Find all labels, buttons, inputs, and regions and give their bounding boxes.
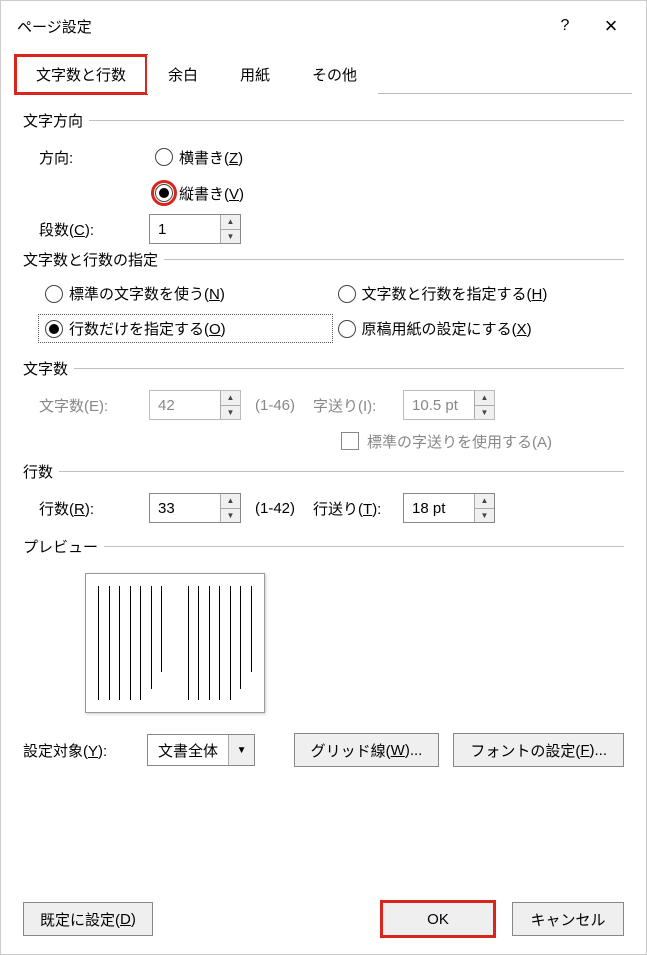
- radio-circle-icon: [155, 148, 173, 166]
- radio-circle-icon: [45, 285, 63, 303]
- cancel-button[interactable]: キャンセル: [512, 902, 624, 936]
- spin-down-icon: ▼: [475, 406, 494, 420]
- content-area: 文字方向 方向: 横書き(Z) 縦書き(V) 段数(C): ▲ ▼: [1, 94, 646, 888]
- ok-button[interactable]: OK: [382, 902, 494, 936]
- radio-circle-icon: [155, 184, 173, 202]
- radio-standard-chars[interactable]: 標準の文字数を使う(N): [39, 280, 332, 307]
- charcount-range: (1-46): [255, 397, 295, 414]
- columns-label: 段数(C):: [39, 219, 139, 240]
- radio-circle-icon: [338, 285, 356, 303]
- spin-up-icon[interactable]: ▲: [221, 494, 240, 509]
- apply-to-dropdown[interactable]: 文書全体 ▼: [147, 734, 255, 766]
- linecount-label: 行数(R):: [39, 498, 139, 519]
- checkbox-box-icon: [341, 432, 359, 450]
- page-setup-dialog: ページ設定 ? × 文字数と行数 余白 用紙 その他 文字方向 方向: 横書き(…: [0, 0, 647, 955]
- apply-to-value: 文書全体: [148, 740, 228, 761]
- spin-down-icon[interactable]: ▼: [475, 509, 494, 523]
- apply-to-label: 設定対象(Y):: [23, 740, 133, 761]
- help-button[interactable]: ?: [542, 11, 588, 41]
- columns-input[interactable]: [150, 215, 220, 243]
- group-preview: プレビュー: [23, 536, 624, 557]
- spin-down-icon[interactable]: ▼: [221, 230, 240, 244]
- tab-bar: 文字数と行数 余白 用紙 その他: [15, 55, 632, 94]
- footer: 既定に設定(D) OK キャンセル: [1, 888, 646, 954]
- tab-chars-lines[interactable]: 文字数と行数: [15, 55, 147, 94]
- charcount-spinner: ▲ ▼: [149, 390, 241, 420]
- font-settings-button[interactable]: フォントの設定(F)...: [453, 733, 624, 767]
- radio-manuscript[interactable]: 原稿用紙の設定にする(X): [332, 315, 625, 342]
- spin-up-icon: ▲: [475, 391, 494, 406]
- gridlines-button[interactable]: グリッド線(W)...: [294, 733, 440, 767]
- chevron-down-icon[interactable]: ▼: [228, 735, 254, 765]
- tab-margins[interactable]: 余白: [147, 55, 219, 94]
- radio-specify-both[interactable]: 文字数と行数を指定する(H): [332, 280, 625, 307]
- spin-down-icon[interactable]: ▼: [221, 509, 240, 523]
- group-chars: 文字数: [23, 358, 624, 379]
- linecount-spinner[interactable]: ▲ ▼: [149, 493, 241, 523]
- radio-vertical[interactable]: 縦書き(V): [149, 180, 250, 207]
- set-default-button[interactable]: 既定に設定(D): [23, 902, 153, 936]
- spin-up-icon[interactable]: ▲: [221, 215, 240, 230]
- spin-down-icon: ▼: [221, 406, 240, 420]
- linepitch-label: 行送り(T):: [313, 498, 393, 519]
- radio-lines-only[interactable]: 行数だけを指定する(O): [39, 315, 332, 342]
- tab-paper[interactable]: 用紙: [219, 55, 291, 94]
- radio-horizontal[interactable]: 横書き(Z): [149, 144, 249, 171]
- group-direction: 文字方向: [23, 110, 624, 131]
- linecount-input[interactable]: [150, 494, 220, 522]
- charpitch-input: [404, 391, 474, 419]
- linecount-range: (1-42): [255, 500, 295, 517]
- direction-label: 方向:: [39, 147, 139, 168]
- linepitch-spinner[interactable]: ▲ ▼: [403, 493, 495, 523]
- tab-other[interactable]: その他: [291, 55, 378, 94]
- spin-up-icon[interactable]: ▲: [475, 494, 494, 509]
- charpitch-label: 字送り(I):: [313, 395, 393, 416]
- columns-spinner[interactable]: ▲ ▼: [149, 214, 241, 244]
- radio-circle-icon: [45, 320, 63, 338]
- group-spec: 文字数と行数の指定: [23, 249, 624, 270]
- group-lines: 行数: [23, 461, 624, 482]
- dialog-title: ページ設定: [17, 16, 542, 37]
- charcount-label: 文字数(E):: [39, 395, 139, 416]
- std-pitch-checkbox: 標準の字送りを使用する(A): [341, 431, 552, 452]
- spin-up-icon: ▲: [221, 391, 240, 406]
- charpitch-spinner: ▲ ▼: [403, 390, 495, 420]
- titlebar: ページ設定 ? ×: [1, 1, 646, 49]
- linepitch-input[interactable]: [404, 494, 474, 522]
- preview-thumbnail: [85, 573, 265, 713]
- close-button[interactable]: ×: [588, 11, 634, 41]
- radio-circle-icon: [338, 320, 356, 338]
- charcount-input: [150, 391, 220, 419]
